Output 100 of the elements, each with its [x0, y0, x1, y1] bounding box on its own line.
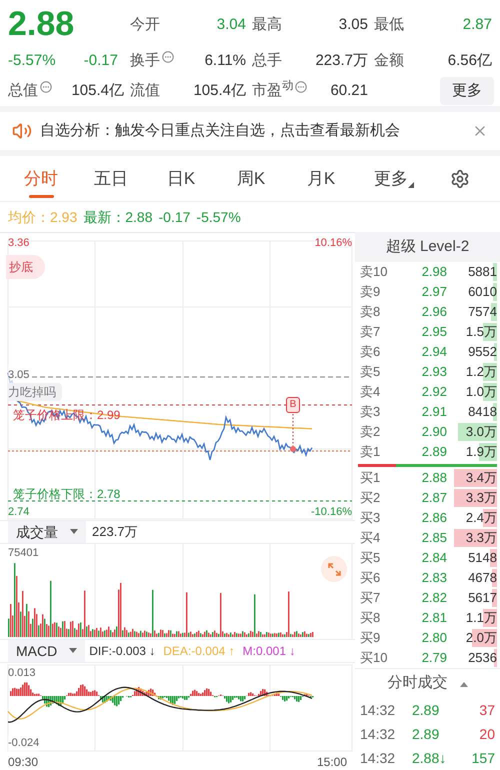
order-level-label: 卖4 — [360, 383, 382, 402]
chart-tab[interactable]: 分时 — [6, 156, 76, 202]
more-button[interactable]: 更多 — [440, 76, 494, 106]
order-price: 2.98 — [420, 263, 447, 282]
indicator-dropdown[interactable]: 成交量 — [8, 521, 86, 543]
axis-label: -0.024 — [8, 735, 40, 752]
indicator-dropdown[interactable]: MACD — [8, 640, 86, 662]
average-price: 均价：2.93 — [8, 208, 78, 226]
order-level-label: 卖1 — [360, 443, 382, 462]
order-level-label: 买9 — [360, 629, 382, 648]
order-level-label: 买5 — [360, 549, 382, 568]
expand-icon — [328, 562, 340, 576]
stat-label: 市盈$^{动}$ — [252, 80, 293, 101]
macd-value: M:0.001 ↓ — [242, 643, 296, 660]
order-price: 2.85 — [420, 529, 447, 548]
stat-value: 3.05 — [338, 14, 368, 35]
stat-label: 最低 — [374, 14, 404, 35]
axis-label: -10.16% — [311, 505, 352, 520]
tab-underline — [29, 194, 54, 198]
order-price: 2.88 — [420, 469, 447, 488]
order-level-label: 买2 — [360, 489, 382, 508]
ellipsis-circle-icon[interactable] — [162, 51, 174, 63]
stat-value: 60.21 — [330, 80, 368, 101]
order-level-label: 卖5 — [360, 363, 382, 382]
order-level-label: 买8 — [360, 609, 382, 628]
order-price: 2.82 — [420, 589, 447, 608]
chart-tab[interactable]: 更多 — [356, 156, 426, 202]
order-level-label: 买3 — [360, 509, 382, 528]
order-level-label: 卖7 — [360, 323, 382, 342]
stat-label: 总值 — [8, 80, 38, 101]
stat-label: 流值 — [130, 80, 160, 101]
order-level-label: 买6 — [360, 569, 382, 588]
marker-dot — [290, 446, 296, 452]
ellipsis-circle-icon[interactable] — [295, 81, 307, 93]
order-level-label: 卖8 — [360, 303, 382, 322]
order-price: 2.83 — [420, 569, 447, 588]
speaker-icon — [12, 121, 32, 141]
trade-volume: 37 — [478, 700, 495, 720]
order-level-label: 买4 — [360, 529, 382, 548]
caret-up-icon — [460, 680, 468, 686]
order-price: 2.94 — [420, 343, 447, 362]
stat-label: 换手 — [130, 50, 160, 71]
trade-price: 2.89 — [412, 700, 440, 720]
order-price: 2.95 — [420, 323, 447, 342]
order-price: 2.87 — [420, 489, 447, 508]
order-price: 2.90 — [420, 423, 447, 442]
chart-tab[interactable]: 月K — [286, 156, 356, 202]
order-volume: 3.3万 — [451, 489, 497, 507]
order-level-label: 买10 — [360, 649, 388, 668]
stat-value: 2.87 — [462, 14, 492, 35]
limit-label: 笼子价格下限：2.78 — [13, 486, 120, 503]
order-level-label: 卖9 — [360, 283, 382, 302]
order-price: 2.93 — [420, 363, 447, 382]
stat-value: 6.11% — [204, 50, 246, 71]
latest-change-percent: -5.57% — [196, 208, 241, 226]
axis-label: 2.74 — [8, 505, 30, 520]
order-price: 2.96 — [420, 303, 447, 322]
corner-triangle-icon — [408, 182, 414, 188]
latest-change: -0.17 — [158, 208, 190, 226]
change-percent: -5.57% — [8, 50, 56, 71]
dif-value: DIF:-0.003 ↓ — [89, 643, 156, 660]
axis-label: 10.16% — [314, 236, 352, 251]
notice-text: 自选分析：触发今日重点关注自选，点击查看最新机会 — [40, 120, 401, 141]
stat-value: 105.4亿 — [71, 80, 124, 101]
trades-title[interactable]: 分时成交 — [388, 672, 448, 695]
stat-label: 最高 — [252, 14, 282, 35]
caret-icon — [69, 648, 78, 654]
order-level-label: 卖10 — [360, 263, 388, 282]
time-label: 15:00 — [316, 754, 347, 770]
marker-line — [292, 414, 294, 446]
stat-value: 6.56亿 — [448, 50, 492, 71]
event-tag[interactable]: 力吃掉吗 — [8, 383, 62, 401]
settings-icon[interactable] — [450, 168, 470, 188]
order-price: 2.91 — [420, 403, 447, 422]
order-volume: 3.4万 — [451, 469, 497, 487]
expand-button[interactable] — [321, 556, 347, 582]
ellipsis-circle-icon[interactable] — [40, 81, 52, 93]
axis-label: 3.05 — [8, 367, 30, 384]
chart-tab[interactable]: 日K — [146, 156, 216, 202]
order-price: 2.79 — [420, 649, 447, 668]
chart-tab[interactable]: 五日 — [76, 156, 146, 202]
order-price: 2.89 — [420, 443, 447, 462]
trade-volume: 20 — [478, 724, 495, 744]
notice-bar[interactable]: 自选分析：触发今日重点关注自选，点击查看最新机会 — [0, 112, 500, 150]
dea-value: DEA:-0.004 ↑ — [163, 643, 235, 660]
stat-label: 今开 — [130, 14, 160, 35]
stat-label: 金额 — [374, 50, 404, 71]
order-level-label: 买1 — [360, 469, 382, 488]
order-price: 2.92 — [420, 383, 447, 402]
axis-label: 3.36 — [8, 236, 30, 251]
trade-time: 14:32 — [360, 748, 396, 768]
change-amount: -0.17 — [84, 50, 118, 71]
order-volume: 3.3万 — [451, 529, 497, 547]
order-price: 2.81 — [420, 609, 447, 628]
order-price: 2.80 — [420, 629, 447, 648]
chart-tab[interactable]: 周K — [216, 156, 286, 202]
trade-price: 2.88↓ — [412, 748, 448, 768]
stat-value: 3.04 — [216, 14, 246, 35]
stat-value: 223.7万 — [315, 50, 368, 71]
caret-icon — [70, 529, 78, 535]
